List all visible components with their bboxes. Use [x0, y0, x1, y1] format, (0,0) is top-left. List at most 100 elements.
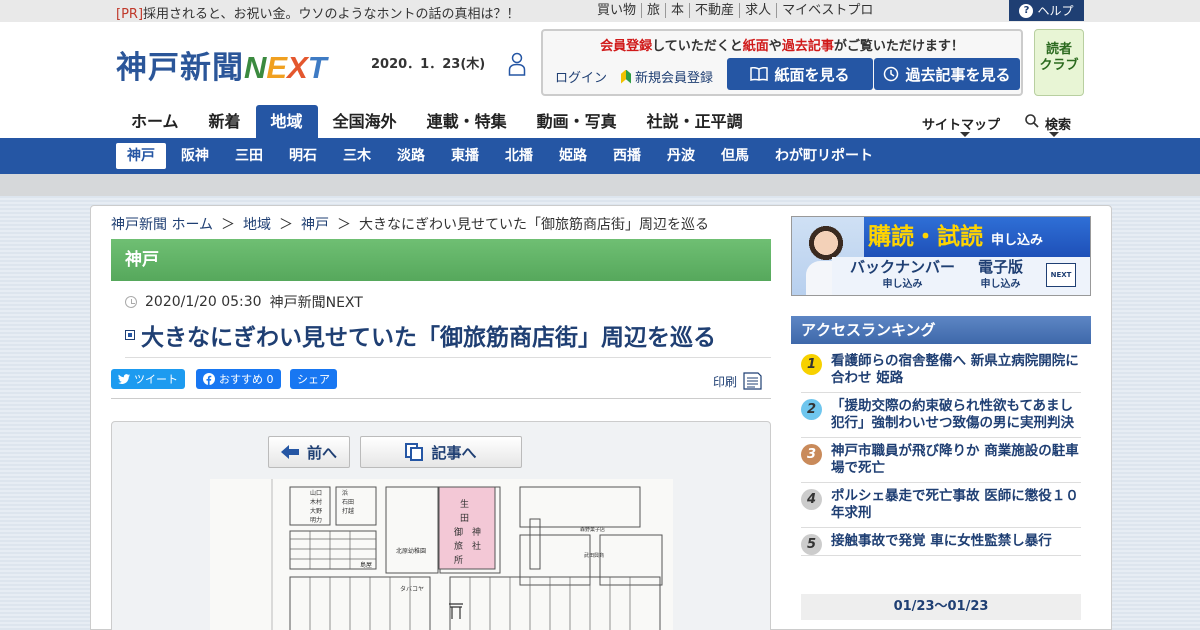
photo-viewer: 前へ 記事へ 生 田 神 社 御 旅 所 北原幼稚園 山口 木村 大野 明力 浜…	[111, 421, 771, 630]
article-meta: 2020/1/20 05:30 神戸新聞NEXT	[125, 292, 363, 312]
ad-backnumber: バックナンバー 申し込み	[850, 258, 956, 291]
region-tajima[interactable]: 但馬	[710, 143, 760, 169]
map-label-shop: 明力	[310, 516, 322, 524]
rank-badge: 1	[801, 354, 822, 375]
breadcrumb-separator: ＞	[337, 217, 352, 233]
region-tamba[interactable]: 丹波	[656, 143, 706, 169]
question-icon: ?	[1019, 3, 1034, 18]
main-content: 神戸新聞 ホーム ＞ 地域 ＞ 神戸 ＞ 大きなにぎわい見せていた「御旅筋商店街…	[90, 205, 1112, 630]
map-label-shrine-1: 生	[460, 498, 469, 510]
region-himeji[interactable]: 姫路	[548, 143, 598, 169]
subscription-ad-banner[interactable]: 購読・試読 申し込み バックナンバー 申し込み 電子版 申し込み NEXT	[791, 216, 1091, 296]
top-link-mybestpro[interactable]: マイベストプロ	[777, 3, 878, 18]
nav-editorial[interactable]: 社説・正平調	[632, 105, 758, 138]
map-label-otabisho-1: 御	[454, 526, 463, 538]
twitter-bird-icon	[118, 374, 130, 384]
map-label-shrine-3: 神	[472, 526, 481, 538]
pr-tag: [PR]	[116, 7, 144, 22]
breadcrumb-separator: ＞	[279, 217, 294, 233]
view-paper-button[interactable]: 紙面を見る	[727, 58, 873, 90]
map-label-shop: 武田興商	[584, 552, 604, 559]
print-button[interactable]: 印刷	[713, 371, 763, 391]
region-kobe[interactable]: 神戸	[116, 143, 166, 169]
ad-options: バックナンバー 申し込み 電子版 申し込み NEXT	[832, 257, 1090, 295]
breadcrumb-home[interactable]: 神戸新聞 ホーム	[111, 214, 213, 234]
new-member-link[interactable]: 新規会員登録	[621, 67, 713, 86]
map-label-shrine-2: 田	[460, 513, 469, 524]
breadcrumb-local[interactable]: 地域	[243, 214, 271, 234]
main-nav: ホーム 新着 地域 全国海外 連載・特集 動画・写真 社説・正平調	[116, 105, 758, 138]
nav-national[interactable]: 全国海外	[318, 105, 412, 138]
top-link-jobs[interactable]: 求人	[740, 3, 778, 18]
ranking-item[interactable]: 4 ポルシェ暴走で死亡事故 医師に懲役１０年求刑	[801, 483, 1081, 528]
category-header: 神戸	[111, 239, 771, 281]
map-label-kindergarten: 北原幼稚園	[396, 547, 426, 555]
region-miki[interactable]: 三木	[332, 143, 382, 169]
map-label-shop: タバコヤ	[400, 585, 424, 593]
nav-local[interactable]: 地域	[255, 105, 318, 138]
divider	[125, 357, 771, 358]
map-label-shop: 山口	[310, 489, 322, 497]
pr-link[interactable]: [PR]採用されると、お祝い金。ウソのようなホントの話の真相は？！	[116, 3, 520, 22]
tablet-next-icon: NEXT	[1046, 263, 1076, 287]
map-label-shop: 島屋	[360, 561, 372, 569]
top-link-travel[interactable]: 旅	[642, 3, 667, 18]
ranking-item[interactable]: 1 看護師らの宿舎整備へ 新県立病院開院に合わせ 姫路	[801, 348, 1081, 393]
copy-icon	[405, 443, 424, 461]
fb-recommend-button[interactable]: おすすめ 0	[196, 369, 281, 389]
region-touban[interactable]: 東播	[440, 143, 490, 169]
readers-club-button[interactable]: 読者 クラブ	[1034, 29, 1084, 96]
help-button[interactable]: ? ヘルプ	[1009, 0, 1084, 21]
user-icon[interactable]	[508, 52, 526, 76]
tweet-button[interactable]: ツイート	[111, 369, 185, 389]
rank-badge: 5	[801, 534, 822, 555]
site-logo[interactable]: 神戸新聞NEXT	[116, 42, 327, 87]
map-label-otabisho-2: 旅	[454, 540, 463, 552]
map-label-shop: 木村	[310, 498, 322, 506]
search-menu[interactable]: 検索	[1025, 114, 1071, 137]
pr-text: 採用されると、お祝い金。ウソのようなホントの話の真相は？！	[143, 7, 520, 22]
search-icon	[1025, 114, 1039, 128]
breadcrumb-separator: ＞	[221, 217, 236, 233]
beginner-mark-icon	[621, 69, 631, 84]
prev-photo-button[interactable]: 前へ	[268, 436, 350, 468]
top-strip: [PR]採用されると、お祝い金。ウソのようなホントの話の真相は？！ 買い物 旅 …	[0, 0, 1200, 22]
ad-headline: 購読・試読 申し込み	[864, 217, 1090, 257]
nav-new[interactable]: 新着	[194, 105, 256, 138]
breadcrumb-kobe[interactable]: 神戸	[301, 214, 329, 234]
top-link-realestate[interactable]: 不動産	[690, 3, 741, 18]
ranking-list: 1 看護師らの宿舎整備へ 新県立病院開院に合わせ 姫路 2 「援助交際の約束破られ性…	[801, 348, 1081, 556]
region-sanda[interactable]: 三田	[224, 143, 274, 169]
member-box: 会員登録していただくと紙面や過去記事がご覧いただけます！ ログイン 新規会員登録…	[541, 29, 1023, 96]
region-seiban[interactable]: 西播	[602, 143, 652, 169]
ad-digital-edition: 電子版 申し込み	[978, 258, 1024, 291]
map-label-shop: 打越	[342, 507, 354, 515]
ranking-item[interactable]: 2 「援助交際の約束破られ性欲もてあまし犯行」強制わいせつ致傷の男に実刑判決	[801, 393, 1081, 438]
top-links: 買い物 旅 本 不動産 求人 マイベストプロ	[597, 3, 878, 18]
facebook-icon	[203, 373, 215, 385]
region-hokuban[interactable]: 北播	[494, 143, 544, 169]
ranking-period: 01/23～01/23	[801, 594, 1081, 620]
to-article-button[interactable]: 記事へ	[360, 436, 522, 468]
sitemap-menu[interactable]: サイトマップ	[922, 114, 1000, 137]
clock-icon	[884, 66, 899, 82]
region-awaji[interactable]: 淡路	[386, 143, 436, 169]
region-hanshin[interactable]: 阪神	[170, 143, 220, 169]
region-akashi[interactable]: 明石	[278, 143, 328, 169]
ranking-item[interactable]: 3 神戸市職員が飛び降りか 商業施設の駐車場で死亡	[801, 438, 1081, 483]
title-bullet-icon	[125, 330, 135, 340]
help-label: ヘルプ	[1037, 4, 1074, 18]
fb-share-button[interactable]: シェア	[290, 369, 337, 389]
view-past-articles-button[interactable]: 過去記事を見る	[874, 58, 1020, 90]
print-icon	[743, 372, 762, 390]
top-link-books[interactable]: 本	[666, 3, 691, 18]
nav-series[interactable]: 連載・特集	[412, 105, 522, 138]
nav-home[interactable]: ホーム	[116, 105, 194, 138]
map-label-otabisho-3: 所	[454, 555, 463, 566]
top-link-shopping[interactable]: 買い物	[597, 3, 643, 18]
ranking-item[interactable]: 5 接触事故で発覚 車に女性監禁し暴行	[801, 528, 1081, 556]
nav-video[interactable]: 動画・写真	[522, 105, 632, 138]
rank-badge: 3	[801, 444, 822, 465]
login-link[interactable]: ログイン	[555, 67, 607, 86]
region-town-report[interactable]: わが町リポート	[764, 143, 884, 169]
